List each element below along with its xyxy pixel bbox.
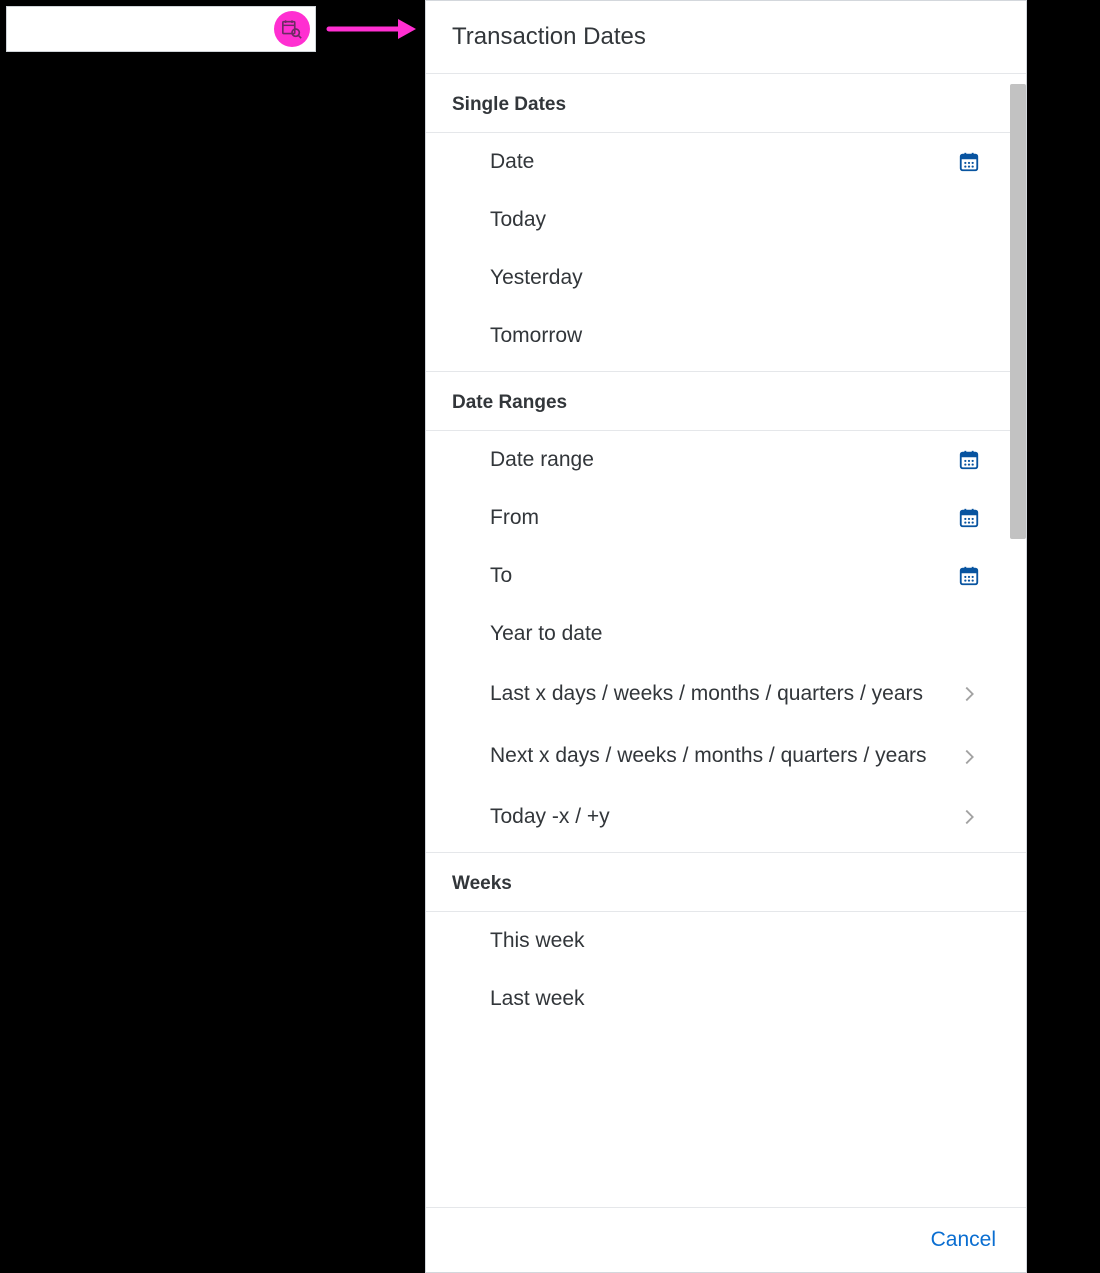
list-item-label: Year to date xyxy=(490,622,1000,646)
list-item-label: Today -x / +y xyxy=(490,805,958,829)
chevron-right-icon xyxy=(958,806,980,828)
list-item-label: To xyxy=(490,564,958,588)
list-item-label: Last week xyxy=(490,987,1000,1011)
section-heading-single: Single Dates xyxy=(426,74,1026,133)
arrow-annotation-icon xyxy=(326,14,416,44)
list-item-label: Next x days / weeks / months / quarters … xyxy=(490,742,958,770)
list-item-label: From xyxy=(490,506,958,530)
list-item-yesterday[interactable]: Yesterday xyxy=(426,249,1026,307)
calendar-icon[interactable] xyxy=(958,507,980,529)
list-item-label: Last x days / weeks / months / quarters … xyxy=(490,680,958,708)
calendar-icon[interactable] xyxy=(958,449,980,471)
calendar-icon[interactable] xyxy=(958,565,980,587)
list-item-today_x_y[interactable]: Today -x / +y xyxy=(426,788,1026,846)
section-heading-weeks: Weeks xyxy=(426,852,1026,912)
list-item-ytd[interactable]: Year to date xyxy=(426,605,1026,663)
transaction-dates-panel: Transaction Dates Single Dates Date Today Y… xyxy=(425,0,1027,1273)
list-item-today[interactable]: Today xyxy=(426,191,1026,249)
chevron-right-icon xyxy=(958,683,980,705)
list-item-label: Tomorrow xyxy=(490,324,1000,348)
scrollbar-thumb[interactable] xyxy=(1010,84,1026,539)
chevron-right-icon xyxy=(958,746,980,768)
transaction-dates-field[interactable] xyxy=(15,18,273,41)
list-item-label: This week xyxy=(490,929,1000,953)
list-item-this_week[interactable]: This week xyxy=(426,912,1026,970)
list-item-label: Today xyxy=(490,208,1000,232)
section-heading-ranges: Date Ranges xyxy=(426,371,1026,431)
list-item-from[interactable]: From xyxy=(426,489,1026,547)
list-item-label: Yesterday xyxy=(490,266,1000,290)
calendar-icon[interactable] xyxy=(958,151,980,173)
list-item-date_range[interactable]: Date range xyxy=(426,431,1026,489)
list-item-label: Date range xyxy=(490,448,958,472)
transaction-dates-input[interactable] xyxy=(6,6,316,52)
list-item-next_x[interactable]: Next x days / weeks / months / quarters … xyxy=(426,725,1026,787)
cancel-button[interactable]: Cancel xyxy=(931,1228,996,1252)
panel-title: Transaction Dates xyxy=(426,1,1026,73)
list-item-last_x[interactable]: Last x days / weeks / months / quarters … xyxy=(426,663,1026,725)
list-item-to[interactable]: To xyxy=(426,547,1026,605)
list-item-date[interactable]: Date xyxy=(426,133,1026,191)
panel-scroll-area: Single Dates Date Today Yesterday Tomorrow Da… xyxy=(426,73,1026,1208)
panel-footer: Cancel xyxy=(426,1208,1026,1272)
list-item-label: Date xyxy=(490,150,958,174)
calendar-search-icon[interactable] xyxy=(274,11,310,47)
list-item-last_week[interactable]: Last week xyxy=(426,970,1026,1028)
list-item-tomorrow[interactable]: Tomorrow xyxy=(426,307,1026,365)
